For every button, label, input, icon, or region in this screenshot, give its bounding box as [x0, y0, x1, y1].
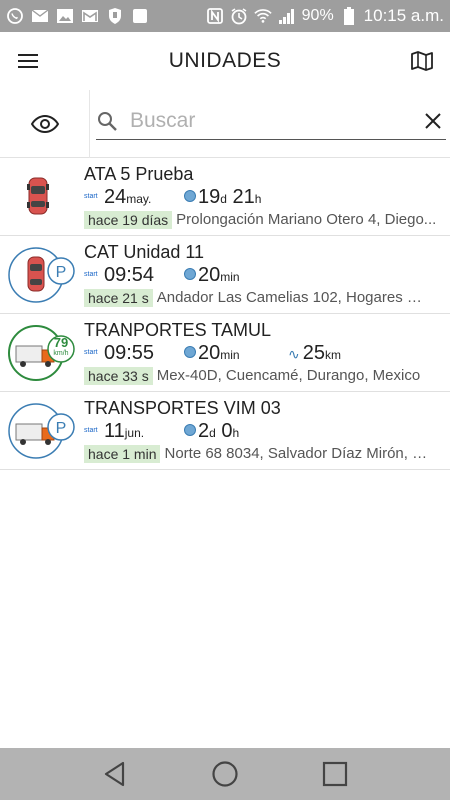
- duration: 20min: [184, 264, 240, 287]
- search-box: [96, 104, 446, 140]
- car-parked-icon: P: [8, 247, 75, 303]
- unit-stats: start 24may. 19d 21h: [84, 186, 444, 210]
- home-circle-icon: [212, 761, 238, 787]
- clock-icon: [184, 424, 196, 436]
- page-title: UNIDADES: [168, 49, 282, 72]
- whatsapp-icon: [6, 7, 24, 25]
- start-value: 09:54: [104, 264, 155, 286]
- system-status: 90% 10:15 a.m.: [206, 6, 444, 26]
- gmail-icon: [81, 7, 99, 25]
- eye-icon: [30, 115, 59, 133]
- start-label: start: [84, 193, 98, 200]
- recents-square-icon: [322, 761, 348, 787]
- shield-icon: [106, 7, 124, 25]
- unit-icon-area: P: [6, 398, 78, 464]
- visibility-toggle-button[interactable]: [0, 90, 90, 158]
- clear-search-button[interactable]: [420, 108, 446, 134]
- search-icon: [98, 112, 117, 131]
- menu-icon: [18, 54, 38, 68]
- start-value: 11jun.: [104, 420, 145, 442]
- unit-location: hace 21 s Andador Las Camelias 102, Hogar…: [84, 289, 446, 309]
- car-icon: [27, 177, 49, 215]
- duration: 2d 0h: [184, 420, 239, 443]
- svg-text:P: P: [56, 264, 67, 281]
- last-update-badge: hace 19 días: [84, 211, 173, 229]
- start-label: start: [84, 349, 98, 356]
- units-list: ATA 5 Prueba start 24may. 19d 21h hace 1…: [0, 158, 450, 470]
- clock-icon: [184, 346, 196, 358]
- square-app-icon: [131, 7, 149, 25]
- duration: 19d 21h: [184, 186, 261, 209]
- home-button[interactable]: [207, 756, 243, 792]
- battery-icon: [340, 7, 358, 25]
- app-bar: UNIDADES: [0, 32, 450, 90]
- unit-name: TRANSPORTES VIM 03: [84, 398, 281, 418]
- map-icon: [411, 51, 433, 71]
- nfc-icon: [206, 7, 224, 25]
- unit-address: Mex-40D, Cuencamé, Durango, Mexico: [156, 367, 421, 384]
- unit-stats: start 09:55 20min ∿ 25km: [84, 342, 444, 366]
- map-button[interactable]: [408, 48, 436, 74]
- list-item[interactable]: 79 km/h TRANPORTES TAMUL start 09:55 20m…: [0, 314, 450, 392]
- last-update-badge: hace 1 min: [84, 445, 161, 463]
- clock-time: 10:15 a.m.: [363, 6, 444, 25]
- start-label: start: [84, 271, 98, 278]
- list-item[interactable]: ATA 5 Prueba start 24may. 19d 21h hace 1…: [0, 158, 450, 236]
- unit-icon-area: P: [6, 242, 78, 308]
- navigation-bar: [0, 748, 450, 800]
- recents-button[interactable]: [317, 756, 353, 792]
- distance: ∿ 25km: [288, 342, 341, 364]
- last-update-badge: hace 21 s: [84, 289, 153, 307]
- clock-icon: [184, 268, 196, 280]
- list-item[interactable]: P CAT Unidad 11 start 09:54 20min hace 2…: [0, 236, 450, 314]
- menu-button[interactable]: [14, 49, 42, 73]
- unit-location: hace 1 min Norte 68 8034, Salvador Díaz M…: [84, 445, 446, 465]
- status-bar: 90% 10:15 a.m.: [0, 0, 450, 32]
- unit-name: ATA 5 Prueba: [84, 164, 194, 184]
- unit-icon-area: [6, 164, 78, 230]
- start-label: start: [84, 427, 98, 434]
- search-input[interactable]: [130, 104, 410, 138]
- unit-location: hace 33 s Mex-40D, Cuencamé, Durango, Mex…: [84, 367, 446, 387]
- signal-icon: [278, 7, 296, 25]
- mail-icon: [31, 7, 49, 25]
- speed-unit: km/h: [53, 350, 69, 357]
- unit-icon-area: 79 km/h: [6, 320, 78, 386]
- route-icon: ∿: [288, 346, 300, 362]
- unit-name: CAT Unidad 11: [84, 242, 205, 262]
- unit-stats: start 09:54 20min: [84, 264, 444, 288]
- unit-name: TRANPORTES TAMUL: [84, 320, 272, 340]
- last-update-badge: hace 33 s: [84, 367, 153, 385]
- wifi-icon: [253, 7, 272, 25]
- notification-icons: [6, 7, 149, 25]
- unit-address: Norte 68 8034, Salvador Díaz Mirón, Di..…: [164, 445, 435, 462]
- unit-address: Andador Las Camelias 102, Hogares Fe...: [156, 289, 427, 306]
- start-value: 09:55: [104, 342, 155, 364]
- list-item[interactable]: P TRANSPORTES VIM 03 start 11jun. 2d 0h …: [0, 392, 450, 470]
- speed-value: 79: [53, 335, 69, 350]
- unit-stats: start 11jun. 2d 0h: [84, 420, 444, 444]
- clock-icon: [184, 190, 196, 202]
- alarm-icon: [230, 7, 248, 25]
- back-button[interactable]: [97, 756, 133, 792]
- close-icon: [425, 113, 441, 129]
- duration: 20min: [184, 342, 240, 365]
- unit-location: hace 19 días Prolongación Mariano Otero 4…: [84, 211, 446, 231]
- truck-parked-icon: P: [8, 403, 75, 459]
- search-row: [0, 90, 450, 158]
- battery-percent: 90%: [301, 7, 334, 24]
- unit-address: Prolongación Mariano Otero 4, Diego...: [176, 211, 437, 228]
- back-triangle-icon: [104, 761, 125, 787]
- svg-text:P: P: [56, 420, 67, 437]
- start-value: 24may.: [104, 186, 152, 208]
- image-icon: [56, 7, 74, 25]
